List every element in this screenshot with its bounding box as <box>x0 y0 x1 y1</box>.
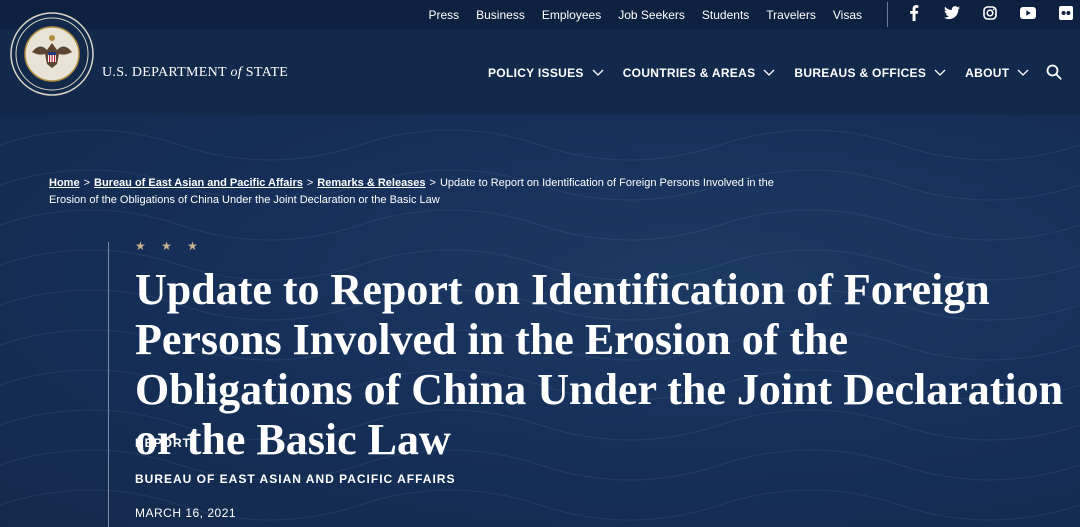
utility-link-business[interactable]: Business <box>476 8 525 22</box>
chevron-down-icon <box>592 69 604 76</box>
utility-link-employees[interactable]: Employees <box>542 8 601 22</box>
utility-links: Press Business Employees Job Seekers Stu… <box>428 0 862 29</box>
breadcrumb-home[interactable]: Home <box>49 177 80 189</box>
search-icon[interactable] <box>1046 64 1062 80</box>
breadcrumb-bureau[interactable]: Bureau of East Asian and Pacific Affairs <box>94 177 303 189</box>
brand-name-of: of <box>230 65 242 80</box>
main-nav: POLICY ISSUES COUNTRIES & AREAS BUREAUS … <box>488 66 1029 80</box>
nav-item-about[interactable]: ABOUT <box>965 66 1029 80</box>
chevron-down-icon <box>934 69 946 76</box>
nav-label: ABOUT <box>965 66 1010 80</box>
page-title: Update to Report on Identification of Fo… <box>135 265 1064 464</box>
nav-label: POLICY ISSUES <box>488 66 584 80</box>
brand-name-prefix: U.S. DEPARTMENT <box>102 65 227 80</box>
stars-decoration: ★ ★ ★ <box>135 239 204 253</box>
utility-link-travelers[interactable]: Travelers <box>766 8 816 22</box>
social-divider <box>887 2 888 27</box>
instagram-icon[interactable] <box>982 5 998 21</box>
article-hero: Home > Bureau of East Asian and Pacific Af… <box>0 115 1080 527</box>
nav-item-policy-issues[interactable]: POLICY ISSUES <box>488 66 604 80</box>
article-bureau[interactable]: BUREAU OF EAST ASIAN AND PACIFIC AFFAIRS <box>135 472 455 486</box>
nav-label: COUNTRIES & AREAS <box>622 66 756 80</box>
breadcrumb-separator: > <box>306 177 314 189</box>
nav-label: BUREAUS & OFFICES <box>794 66 927 80</box>
youtube-icon[interactable] <box>1020 5 1036 21</box>
utility-link-job-seekers[interactable]: Job Seekers <box>618 8 685 22</box>
site-brand[interactable]: U.S. DEPARTMENT of STATE <box>102 65 288 81</box>
twitter-icon[interactable] <box>944 5 960 21</box>
article-vertical-rule <box>108 242 109 527</box>
facebook-icon[interactable] <box>906 5 922 21</box>
breadcrumb-remarks[interactable]: Remarks & Releases <box>317 177 425 189</box>
article-type: REPORT <box>135 436 192 450</box>
social-links <box>906 5 1074 21</box>
breadcrumb-separator: > <box>429 177 436 189</box>
breadcrumb: Home > Bureau of East Asian and Pacific Af… <box>49 175 789 209</box>
breadcrumb-separator: > <box>83 177 90 189</box>
utility-bar: Press Business Employees Job Seekers Stu… <box>0 0 1080 29</box>
flickr-icon[interactable] <box>1058 5 1074 21</box>
utility-link-students[interactable]: Students <box>702 8 749 22</box>
utility-link-press[interactable]: Press <box>428 8 459 22</box>
brand-name-suffix: STATE <box>245 65 289 80</box>
utility-link-visas[interactable]: Visas <box>833 8 862 22</box>
article-date: MARCH 16, 2021 <box>135 506 237 520</box>
chevron-down-icon <box>1017 69 1029 76</box>
nav-item-bureaus-offices[interactable]: BUREAUS & OFFICES <box>794 66 946 80</box>
nav-item-countries-areas[interactable]: COUNTRIES & AREAS <box>623 66 776 80</box>
department-seal-logo[interactable] <box>10 12 94 96</box>
chevron-down-icon <box>763 69 775 76</box>
